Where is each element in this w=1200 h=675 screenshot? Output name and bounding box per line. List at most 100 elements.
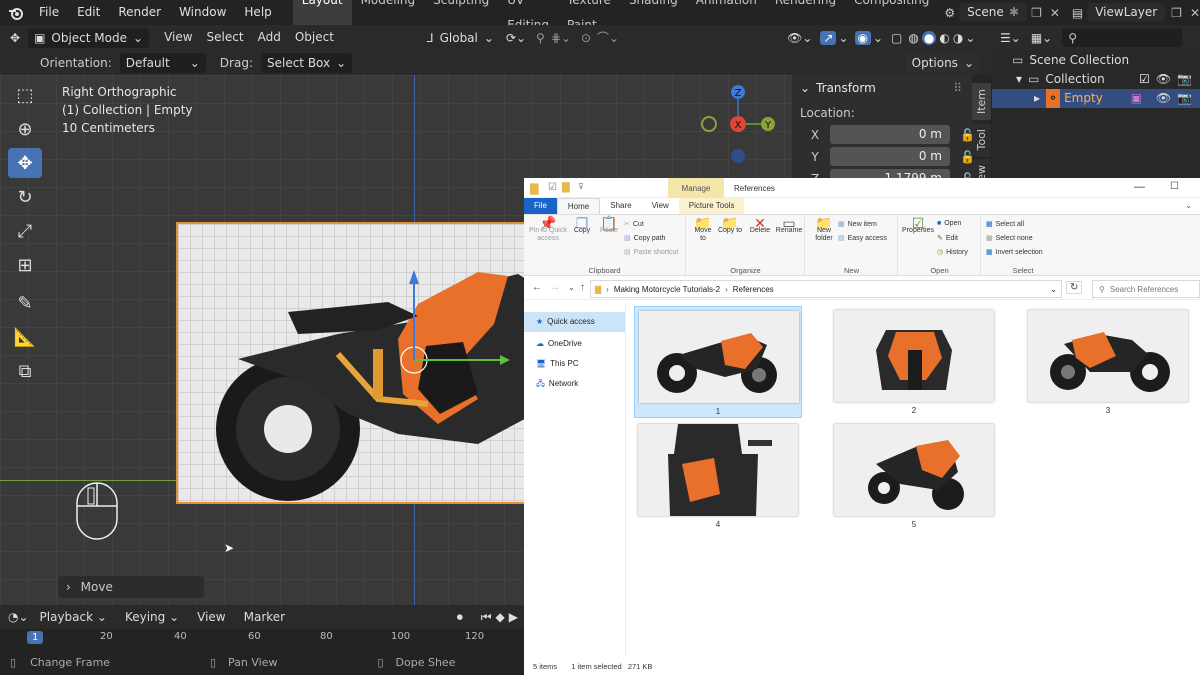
play-icon[interactable]: ▶ [509, 610, 518, 624]
xray-icon[interactable]: ▢ [891, 31, 902, 45]
current-frame-indicator[interactable]: 1 [27, 631, 44, 644]
eye-icon[interactable]: 👁 [1156, 89, 1171, 108]
outliner-collection[interactable]: ▾ ▭ Collection ☑ 👁 📷 [992, 70, 1200, 89]
shading-solid-icon[interactable]: ● [921, 30, 937, 45]
recent-locations-icon[interactable]: ⌄ [568, 283, 575, 292]
menu-view[interactable]: View [157, 27, 199, 48]
orientation-dropdown[interactable]: Default ⌄ [119, 52, 206, 73]
cursor-tool[interactable]: ⊕ [8, 114, 42, 144]
shading-wireframe-icon[interactable]: ◍ [908, 31, 918, 45]
explorer-title-bar[interactable]: ▇ ☑ ▇ ⊽ Manage References — ☐ [524, 178, 1200, 198]
checkbox-icon[interactable]: ☑ [1139, 70, 1150, 89]
path-segment[interactable]: Making Motorcycle Tutorials-2 [614, 285, 720, 294]
manage-context-tab[interactable]: Manage [668, 178, 724, 198]
view-layer-icon[interactable]: ▤ [1072, 6, 1083, 20]
easy-access-button[interactable]: ▤ Easy access [838, 234, 887, 243]
record-icon[interactable]: ⏺ [457, 610, 463, 625]
address-bar[interactable]: ▇ › Making Motorcycle Tutorials-2 › Refe… [590, 280, 1062, 298]
location-x-field[interactable]: 0 m [830, 125, 950, 144]
tab-file[interactable]: File [524, 198, 557, 214]
proportional-edit-icon[interactable]: ⊙ [581, 31, 591, 45]
outliner-scene-collection[interactable]: ▭ Scene Collection [992, 51, 1200, 70]
transform-panel-header[interactable]: ⌄ Transform ⠿ [792, 75, 992, 101]
gizmo-toggle-icon[interactable]: ↗ [820, 30, 837, 45]
pivot-icon[interactable]: ⟳⌄ [506, 31, 526, 45]
transform-tool[interactable]: ⊞ [8, 250, 42, 280]
menu-window[interactable]: Window [170, 0, 235, 25]
edit-button[interactable]: ✎ Edit [937, 234, 958, 243]
thumbnail-item[interactable]: 4 [634, 420, 802, 532]
gizmo-neg-z-axis[interactable] [731, 149, 745, 163]
refresh-icon[interactable]: ↻ [1066, 281, 1083, 294]
outliner-editor-icon[interactable]: ☰⌄ [1000, 31, 1021, 45]
annotate-tool[interactable]: ✎ [8, 288, 42, 318]
tab-share[interactable]: Share [600, 198, 641, 214]
menu-edit[interactable]: Edit [68, 0, 109, 25]
options-dropdown[interactable]: Options ⌄ [905, 52, 980, 73]
snap-icon[interactable]: ⚲ [536, 31, 545, 45]
properties-button[interactable]: ☑ Properties [901, 216, 935, 235]
cut-button[interactable]: ✂ Cut [624, 220, 644, 229]
tab-item[interactable]: Item [972, 83, 991, 121]
jump-start-icon[interactable]: ⏮ [481, 610, 492, 625]
camera-icon[interactable]: 📷 [1177, 89, 1192, 108]
pin-icon[interactable]: ✱ [1009, 3, 1019, 22]
menu-marker[interactable]: Marker [237, 607, 292, 628]
tab-view[interactable]: View [642, 198, 679, 214]
select-box-tool[interactable]: ⬚ [8, 80, 42, 110]
move-to-button[interactable]: 📁 Move to [691, 216, 715, 243]
visibility-icon[interactable]: 👁⌄ [787, 31, 812, 45]
prev-key-icon[interactable]: ◆ [496, 610, 505, 624]
chevron-down-icon[interactable]: ▾ [1016, 70, 1022, 89]
new-folder-button[interactable]: 📁 New folder [810, 216, 838, 243]
customize-qat-icon[interactable]: ⊽ [578, 182, 584, 191]
nav-quick-access[interactable]: ★ Quick access [524, 312, 625, 332]
overlay-dropdown-icon[interactable]: ⌄ [873, 31, 883, 45]
transform-orientation-selector[interactable]: ⅃ Global ⌄ [421, 28, 500, 48]
pin-quick-access-button[interactable]: 📌 Pin to Quick access [528, 216, 568, 243]
delete-view-layer-icon[interactable]: ✕ [1190, 6, 1200, 20]
menu-help[interactable]: Help [235, 0, 280, 25]
paste-shortcut-button[interactable]: ▤ Paste shortcut [624, 248, 678, 257]
shading-material-icon[interactable]: ◐ [939, 31, 949, 45]
open-button[interactable]: ■ Open [937, 220, 961, 227]
quick-properties-icon[interactable]: ☑ [548, 182, 557, 193]
scene-selector[interactable]: Scene ✱ [959, 3, 1028, 22]
path-segment[interactable]: References [733, 285, 774, 294]
minimize-button[interactable]: — [1134, 181, 1145, 193]
thumbnail-item[interactable]: 1 [634, 306, 802, 418]
drag-handle-icon[interactable]: ⠿ [953, 81, 962, 95]
shading-rendered-icon[interactable]: ◑ [953, 31, 963, 45]
drag-dropdown[interactable]: Select Box ⌄ [260, 52, 353, 73]
menu-render[interactable]: Render [109, 0, 170, 25]
new-item-button[interactable]: ▦ New item [838, 220, 877, 229]
new-folder-icon[interactable]: ▇ [562, 182, 570, 193]
search-box[interactable]: ⚲ Search References [1092, 280, 1200, 298]
forward-arrow-icon[interactable]: → [550, 282, 560, 293]
mode-selector[interactable]: ▣ Object Mode ⌄ [28, 27, 150, 48]
navigation-gizmo[interactable]: Z X Y [700, 84, 780, 164]
up-arrow-icon[interactable]: ↑ [580, 282, 585, 293]
copy-to-button[interactable]: 📁 Copy to [717, 216, 743, 235]
timeline-editor-icon[interactable]: ◔⌄ [8, 610, 29, 624]
outliner-empty[interactable]: ▸ ⚬ Empty ▣ 👁 📷 [992, 89, 1200, 108]
select-all-button[interactable]: ▦ Select all [986, 220, 1024, 229]
menu-add[interactable]: Add [251, 27, 288, 48]
rotate-tool[interactable]: ↻ [8, 182, 42, 212]
copy-path-button[interactable]: ▤ Copy path [624, 234, 666, 243]
thumbnail-item[interactable]: 2 [830, 306, 998, 418]
tab-picture-tools[interactable]: Picture Tools [678, 198, 745, 214]
invert-selection-button[interactable]: ▦ Invert selection [986, 248, 1043, 257]
thumbnail-item[interactable]: 3 [1024, 306, 1192, 418]
measure-tool[interactable]: 📐 [8, 322, 42, 352]
tab-tool[interactable]: Tool [972, 123, 991, 157]
display-mode-icon[interactable]: ▦⌄ [1031, 31, 1052, 45]
menu-object[interactable]: Object [288, 27, 341, 48]
delete-scene-icon[interactable]: ✕ [1050, 6, 1060, 20]
falloff-icon[interactable]: ⌒⌄ [597, 29, 619, 46]
paste-button[interactable]: 📋 Paste [596, 216, 622, 235]
tab-home[interactable]: Home [556, 198, 601, 214]
maximize-button[interactable]: ☐ [1170, 181, 1179, 192]
address-dropdown-icon[interactable]: ⌄ [1050, 285, 1057, 294]
menu-playback[interactable]: Playback ⌄ [33, 607, 114, 628]
